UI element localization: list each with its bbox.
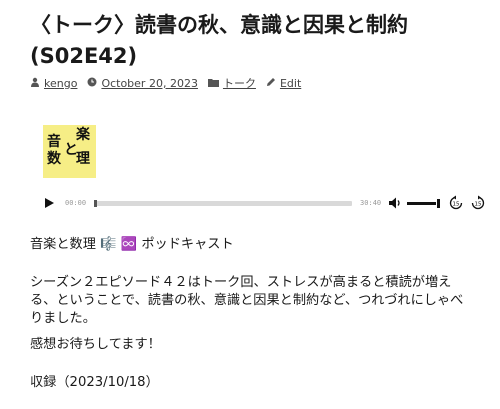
post-meta: kengo October 20, 2023 トーク Edit [30, 75, 311, 91]
episode-description: シーズン２エピソード４２はトーク回、ストレスが高まると積読が増える、ということで… [30, 275, 464, 326]
author-group: kengo [30, 77, 77, 90]
post-title: 〈トーク〉読書の秋、意識と因果と制約 (S02E42) [30, 13, 408, 68]
svg-text:15: 15 [475, 202, 482, 208]
progress-slider[interactable] [94, 199, 353, 207]
volume-knob[interactable] [437, 198, 440, 208]
edit-link[interactable]: Edit [280, 77, 301, 90]
category-link[interactable]: トーク [223, 75, 256, 91]
edit-group: Edit [266, 77, 301, 90]
date-group: October 20, 2023 [87, 77, 198, 90]
date-link[interactable]: October 20, 2023 [101, 77, 198, 90]
recorded-date: 収録（2023/10/18） [30, 375, 159, 390]
podcast-cover-image: 音 楽 と 数 理 [43, 125, 96, 178]
author-link[interactable]: kengo [44, 77, 77, 90]
volume-slider[interactable] [407, 198, 440, 208]
person-icon [30, 77, 40, 90]
pencil-icon [266, 77, 276, 90]
progress-knob[interactable] [94, 199, 98, 207]
forward-15-icon[interactable]: 15 [470, 195, 486, 211]
folder-icon [207, 77, 219, 90]
rewind-15-icon[interactable]: 15 [448, 195, 464, 211]
cover-char: 数 [47, 151, 61, 167]
feedback-text: 感想お待ちしてます！ [30, 337, 161, 352]
cover-char: 音 [47, 134, 61, 150]
clock-icon [87, 77, 97, 90]
play-button[interactable] [45, 198, 54, 208]
category-group: トーク [207, 75, 256, 91]
svg-text:15: 15 [453, 202, 460, 208]
cover-char: 理 [76, 151, 90, 167]
current-time: 00:00 [65, 199, 87, 207]
audio-player: 00:00 30:40 15 15 [38, 192, 486, 214]
volume-icon[interactable] [388, 196, 402, 210]
podcast-heading: 音楽と数理 🎼 ♾️ ポッドキャスト [30, 237, 234, 252]
cover-char: 楽 [76, 127, 90, 143]
duration: 30:40 [360, 199, 382, 207]
